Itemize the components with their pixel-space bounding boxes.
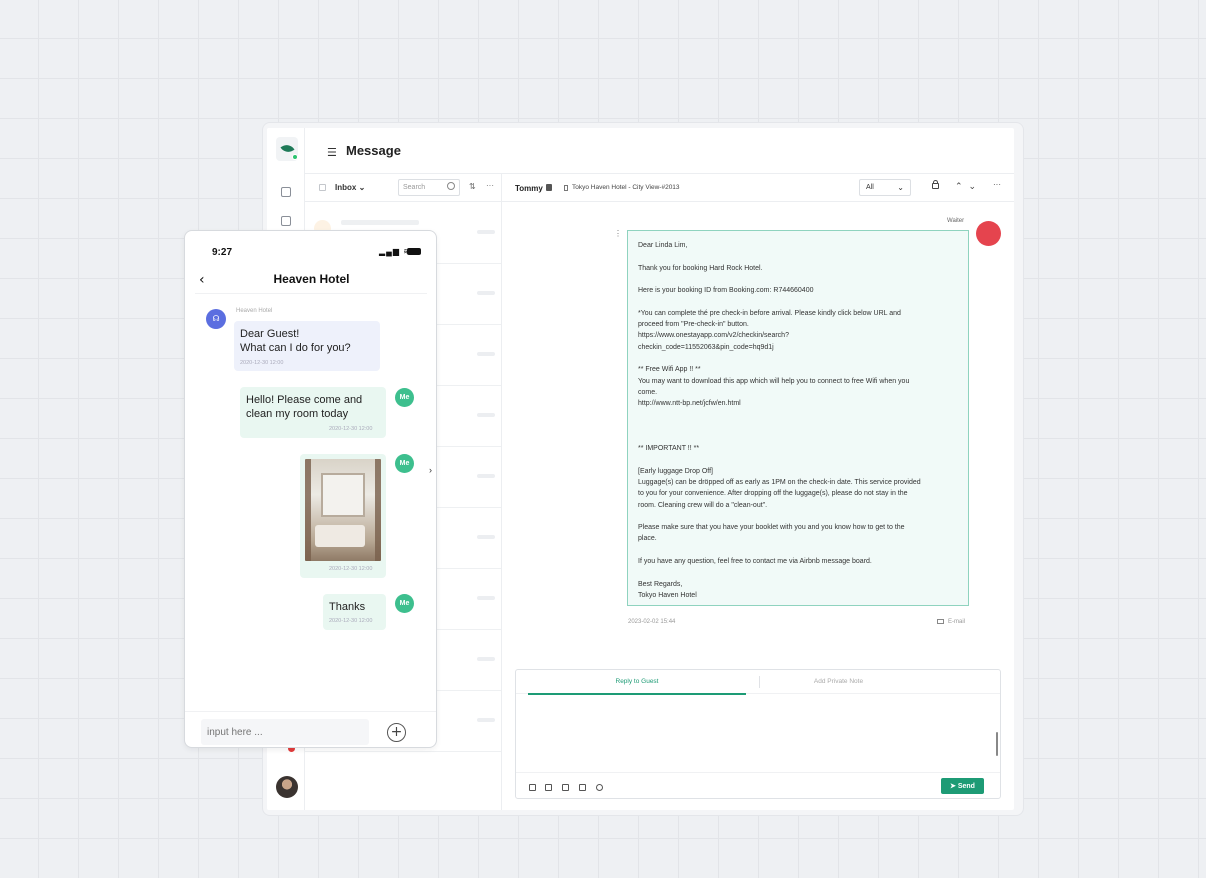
send-label: Send <box>957 783 975 790</box>
phone-mockup: 9:27 ▂▄▆ ≋ ‹ Heaven Hotel ☊ Heaven Hotel… <box>184 230 437 748</box>
user-avatar[interactable] <box>276 776 298 798</box>
room-photo[interactable] <box>305 459 381 561</box>
email-paragraph: *You can complete thé pre check-in befor… <box>638 309 901 351</box>
send-button[interactable]: ➤ Send <box>941 778 984 794</box>
messages-nav-icon[interactable] <box>281 187 291 197</box>
email-message: Dear Linda Lim, Thank you for booking Ha… <box>627 230 969 606</box>
email-paragraph: [Early luggage Drop Off] Luggage(s) can … <box>638 467 921 509</box>
email-paragraph: Dear Linda Lim, <box>638 242 688 249</box>
chevron-down-icon: ⌄ <box>897 183 904 192</box>
message-input[interactable] <box>201 719 369 745</box>
message-text: Hello! Please come and clean my room tod… <box>246 394 363 420</box>
tab-reply-to-guest[interactable]: Reply to Guest <box>528 678 746 695</box>
status-time: 9:27 <box>212 247 233 258</box>
message-timestamp: 2023-02-02 15:44 <box>628 619 676 625</box>
sender-avatar <box>976 221 1001 246</box>
message-text: Dear Guest! What can I do for you? <box>240 328 351 354</box>
email-paragraph: Best Regards, Tokyo Haven Hotel <box>638 580 697 599</box>
email-paragraph: Please make sure that you have your book… <box>638 524 905 543</box>
reply-tabs: Reply to Guest Add Private Note <box>516 670 1000 695</box>
more-icon[interactable]: ··· <box>993 180 1001 189</box>
search-icon[interactable] <box>447 182 455 190</box>
header: ☰ Message <box>305 128 1014 174</box>
image-icon[interactable] <box>545 784 552 791</box>
conversation-pane: Tommy Tokyo Haven Hotel - City View-#201… <box>502 174 1014 810</box>
conversation-toolbar: Tommy Tokyo Haven Hotel - City View-#201… <box>502 174 1014 202</box>
message-actions-icon[interactable]: ⋮ <box>614 229 622 238</box>
email-paragraph: Here is your booking ID from Booking.com… <box>638 287 814 295</box>
battery-icon <box>407 248 421 255</box>
attachment-icon[interactable] <box>596 784 603 791</box>
inbox-label: Inbox <box>335 183 357 192</box>
online-dot <box>292 154 298 160</box>
channel-badge-icon <box>546 184 552 191</box>
email-paragraph: ** Free Wifi App !! ** You may want to d… <box>638 366 910 408</box>
building-icon <box>564 185 568 191</box>
prev-next-nav[interactable]: ⌃⌄ <box>955 181 982 192</box>
scrollbar[interactable] <box>996 732 998 756</box>
email-paragraph: If you have any question, feel free to c… <box>638 558 872 566</box>
file-icon[interactable] <box>579 784 586 791</box>
reply-composer: Reply to Guest Add Private Note ➤ Send <box>515 669 1001 799</box>
tab-add-private-note[interactable]: Add Private Note <box>776 678 901 685</box>
guest-name[interactable]: Tommy <box>515 184 543 193</box>
sender-label: Waiter <box>947 218 965 224</box>
lock-icon[interactable] <box>932 180 939 189</box>
bed-shape <box>315 525 365 547</box>
cursor-icon: › <box>429 465 432 475</box>
channel-label: E-mail <box>948 619 966 625</box>
template-icon[interactable] <box>529 784 536 791</box>
message-time: 2020-12-30 12:00 <box>329 618 373 624</box>
composer-toolbar: ➤ Send <box>516 772 1000 800</box>
menu-icon[interactable]: ☰ <box>327 146 337 159</box>
document-icon[interactable] <box>562 784 569 791</box>
leaf-icon <box>280 141 295 156</box>
email-paragraph: Thank you for booking Hard Rock Hotel. <box>638 264 763 272</box>
headset-icon: ☊ <box>206 309 226 329</box>
add-icon[interactable]: + <box>387 723 406 742</box>
property-name: Tokyo Haven Hotel - City View-#2013 <box>572 184 680 191</box>
select-all-checkbox[interactable] <box>319 184 326 191</box>
chat-title: Heaven Hotel <box>273 272 350 286</box>
me-avatar: Me <box>395 388 414 407</box>
send-icon: ➤ <box>950 783 958 790</box>
me-avatar: Me <box>395 594 414 613</box>
tab-divider <box>759 676 760 688</box>
email-paragraph <box>638 421 958 432</box>
message-time: 2020-12-30 12:00 <box>329 426 373 432</box>
inbox-dropdown[interactable]: Inbox ⌄ <box>335 183 365 192</box>
app-logo[interactable] <box>276 137 298 161</box>
filter-select[interactable]: All ⌄ <box>859 179 911 196</box>
filter-value: All <box>866 184 874 191</box>
email-paragraph: ** IMPORTANT !! ** <box>638 445 700 453</box>
message-time: 2020-12-30 12:00 <box>329 566 373 572</box>
contacts-nav-icon[interactable] <box>281 216 291 226</box>
more-icon[interactable]: ··· <box>486 181 494 190</box>
envelope-icon <box>937 619 944 624</box>
me-avatar: Me <box>395 454 414 473</box>
outgoing-message: Thanks <box>323 594 386 630</box>
window-shape <box>321 473 365 517</box>
phone-input-bar: + <box>185 711 436 747</box>
list-toolbar: Inbox ⌄ Search ⇅ ··· <box>305 174 501 202</box>
hotel-sender-name: Heaven Hotel <box>236 308 273 314</box>
message-channel: E-mail <box>937 619 965 625</box>
sort-icon[interactable]: ⇅ <box>469 182 476 191</box>
message-time: 2020-12-30 12:00 <box>240 360 284 366</box>
divider <box>195 293 427 294</box>
page-title: Message <box>346 143 401 158</box>
message-text: Thanks <box>329 601 366 613</box>
